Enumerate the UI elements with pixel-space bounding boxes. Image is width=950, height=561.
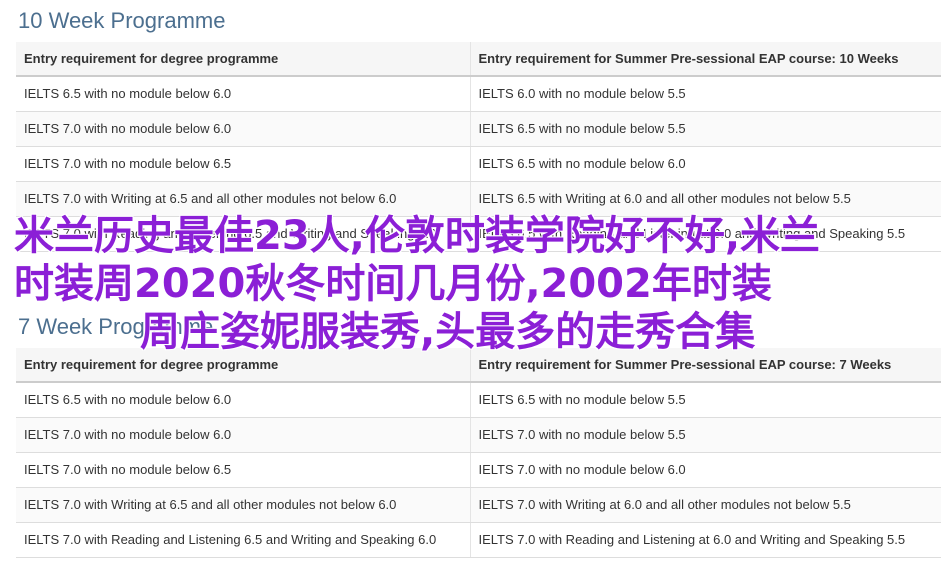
table-cell: IELTS 6.5 with no module below 6.0 — [16, 76, 470, 112]
table-row: IELTS 7.0 with Writing at 6.5 and all ot… — [16, 487, 941, 523]
column-header-degree: Entry requirement for degree programme — [16, 348, 470, 383]
table-row: IELTS 7.0 with no module below 6.5 IELTS… — [16, 146, 941, 182]
table-cell: IELTS 7.0 with Writing at 6.5 and all ot… — [16, 487, 470, 523]
table-cell: IELTS 7.0 with Reading and Listening 6.5… — [16, 522, 470, 558]
table-cell: IELTS 6.5 with no module below 5.5 — [469, 382, 941, 418]
table-cell: IELTS 7.0 with Reading and Listening at … — [469, 522, 941, 558]
table-cell: IELTS 7.0 with no module below 5.5 — [469, 417, 941, 453]
table-cell: IELTS 7.0 with no module below 6.0 — [469, 452, 941, 488]
table-row: IELTS 6.5 with no module below 6.0 IELTS… — [16, 382, 941, 418]
requirements-table-10-week: Entry requirement for degree programme E… — [16, 42, 941, 252]
table-row: IELTS 7.0 with no module below 6.5 IELTS… — [16, 452, 941, 488]
table-cell: IELTS 7.0 with Reading and Listening 6.5… — [16, 216, 470, 252]
table-cell: IELTS 6.5 with Writing at 6.0 and all ot… — [469, 181, 941, 217]
column-header-eap: Entry requirement for Summer Pre-session… — [469, 42, 941, 77]
table-cell: IELTS 7.0 with Writing at 6.0 and all ot… — [469, 487, 941, 523]
section-title-10-week: 10 Week Programme — [18, 8, 226, 33]
table-cell: IELTS 7.0 with no module below 6.5 — [16, 452, 470, 488]
table-row: IELTS 7.0 with Reading and Listening 6.5… — [16, 522, 941, 558]
table-cell: IELTS 7.0 with Writing at 6.5 and all ot… — [16, 181, 470, 217]
table-row: IELTS 6.5 with no module below 6.0 IELTS… — [16, 76, 941, 112]
table-cell: IELTS 6.5 with no module below 6.0 — [469, 146, 941, 182]
table-cell: IELTS 6.5 with no module below 5.5 — [469, 111, 941, 147]
column-header-eap: Entry requirement for Summer Pre-session… — [469, 348, 941, 383]
column-header-degree: Entry requirement for degree programme — [16, 42, 470, 77]
requirements-table-7-week: Entry requirement for degree programme E… — [16, 348, 941, 558]
table-cell: IELTS 7.0 with no module below 6.0 — [16, 111, 470, 147]
table-cell: IELTS 6.5 with Reading and Listening at … — [469, 216, 941, 252]
table-cell: IELTS 7.0 with no module below 6.5 — [16, 146, 470, 182]
table-header-row: Entry requirement for degree programme E… — [16, 42, 941, 77]
table-row: IELTS 7.0 with Writing at 6.5 and all ot… — [16, 181, 941, 217]
table-cell: IELTS 7.0 with no module below 6.0 — [16, 417, 470, 453]
overlay-caption-line-2: 时装周2020秋冬时间几月份,2002年时装 — [14, 261, 772, 307]
section-title-7-week: 7 Week Programme — [18, 314, 214, 339]
table-row: IELTS 7.0 with Reading and Listening 6.5… — [16, 216, 941, 252]
table-cell: IELTS 6.0 with no module below 5.5 — [469, 76, 941, 112]
table-cell: IELTS 6.5 with no module below 6.0 — [16, 382, 470, 418]
table-row: IELTS 7.0 with no module below 6.0 IELTS… — [16, 111, 941, 147]
table-header-row: Entry requirement for degree programme E… — [16, 348, 941, 383]
table-row: IELTS 7.0 with no module below 6.0 IELTS… — [16, 417, 941, 453]
